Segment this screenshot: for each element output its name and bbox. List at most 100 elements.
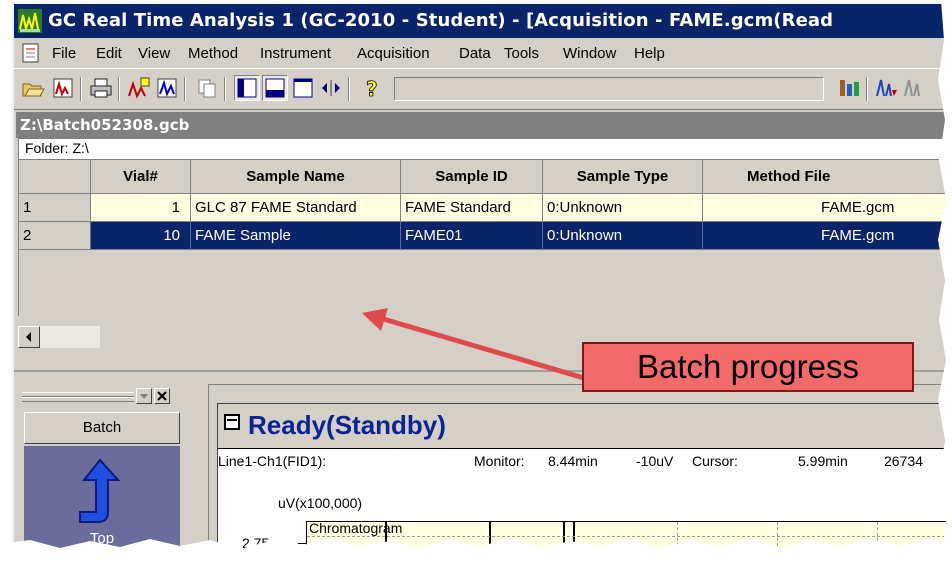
batch-window: Z:\Batch052308.gcb Folder: Z:\ Vial# Sam… bbox=[14, 110, 952, 366]
row-header-corner bbox=[19, 160, 91, 194]
open-button[interactable] bbox=[20, 75, 46, 101]
menu-instrument[interactable]: Instrument bbox=[260, 45, 331, 62]
column-header-method-file[interactable]: Method File bbox=[703, 160, 951, 194]
close-button[interactable] bbox=[154, 388, 170, 404]
menu-edit[interactable]: Edit bbox=[96, 45, 122, 62]
menu-window[interactable]: Window bbox=[563, 45, 616, 62]
cell-sample-type[interactable]: 0:Unknown bbox=[543, 194, 703, 222]
chart-open-button[interactable] bbox=[50, 75, 76, 101]
menu-bar: File Edit View Method Instrument Acquisi… bbox=[14, 38, 952, 68]
cell-method-file[interactable]: FAME.gcm bbox=[703, 222, 951, 250]
title-bar: GC Real Time Analysis 1 (GC-2010 - Stude… bbox=[14, 4, 952, 38]
peak-button[interactable] bbox=[874, 75, 900, 101]
dropdown-button[interactable] bbox=[136, 388, 152, 404]
menu-help[interactable]: Help bbox=[634, 45, 665, 62]
chevron-down-icon bbox=[140, 394, 148, 399]
arrow-swap-button[interactable] bbox=[318, 75, 344, 101]
cell-sample-type[interactable]: 0:Unknown bbox=[543, 222, 703, 250]
assistant-bar-header bbox=[22, 386, 188, 408]
batch-progress-callout: Batch progress bbox=[582, 342, 914, 392]
cell-vial[interactable]: 10 bbox=[91, 222, 191, 250]
peak-marker bbox=[385, 522, 387, 556]
assistant-bar: Batch Top bbox=[22, 386, 188, 556]
instrument-monitor-icon bbox=[840, 80, 859, 96]
chromatogram-plot[interactable]: Chromatogram bbox=[306, 520, 952, 556]
column-header-sample-type[interactable]: Sample Type bbox=[543, 160, 703, 194]
status-title: Ready(Standby) bbox=[248, 410, 446, 440]
folder-path: Folder: Z:\ bbox=[18, 138, 950, 160]
cell-sample-name[interactable]: FAME Sample bbox=[191, 222, 401, 250]
data-acquisition-2-icon bbox=[157, 78, 177, 98]
folder-label: Folder: Z:\ bbox=[25, 140, 89, 156]
arrow-up-icon[interactable] bbox=[70, 456, 130, 528]
data-acquisition-button[interactable] bbox=[126, 75, 152, 101]
column-header-sample-id[interactable]: Sample ID bbox=[401, 160, 543, 194]
data-acquisition-icon bbox=[128, 77, 150, 99]
help-button[interactable]: ? bbox=[358, 75, 384, 102]
menu-file[interactable]: File bbox=[52, 45, 76, 62]
peak-disabled-icon bbox=[904, 79, 920, 97]
grip-handle[interactable] bbox=[22, 397, 134, 402]
toolbar-separator bbox=[184, 77, 186, 101]
chart-open-icon bbox=[53, 78, 73, 98]
chromatogram-area[interactable]: Line1-Ch1(FID1): Monitor: 8.44min -10uV … bbox=[218, 448, 952, 556]
scroll-track[interactable] bbox=[40, 326, 100, 348]
cell-sample-id[interactable]: FAME01 bbox=[401, 222, 543, 250]
cell-vial[interactable]: 1 bbox=[91, 194, 191, 222]
layout-left-icon bbox=[237, 78, 257, 98]
batch-file-title: Z:\Batch052308.gcb bbox=[20, 116, 190, 134]
y-tick-mark bbox=[298, 543, 306, 544]
layout-window-icon bbox=[293, 78, 313, 98]
layout-bottom-icon bbox=[265, 78, 285, 98]
monitor-label: Monitor: bbox=[474, 453, 525, 469]
print-button[interactable] bbox=[88, 75, 114, 101]
cell-method-file[interactable]: FAME.gcm bbox=[703, 194, 951, 222]
menu-acquisition[interactable]: Acquisition bbox=[357, 45, 430, 62]
cursor-label: Cursor: bbox=[692, 453, 738, 469]
toolbar-separator bbox=[118, 77, 120, 101]
peak-marker bbox=[489, 522, 491, 556]
help-icon: ? bbox=[366, 77, 378, 102]
grid-line bbox=[677, 522, 678, 556]
top-label[interactable]: Top bbox=[24, 530, 180, 547]
peak-marker bbox=[563, 522, 565, 556]
lower-pane: Batch Top Ready(Standby) Line1-Ch1(FID1)… bbox=[14, 370, 952, 556]
channel-label: Line1-Ch1(FID1): bbox=[218, 453, 327, 469]
toolbar-separator bbox=[348, 77, 350, 101]
y-axis-unit: uV(x100,000) bbox=[278, 495, 363, 511]
scroll-left-button[interactable] bbox=[18, 326, 40, 348]
document-icon[interactable] bbox=[20, 42, 42, 64]
menu-tools[interactable]: Tools bbox=[504, 45, 539, 62]
toolbar-separator bbox=[866, 77, 868, 101]
cell-sample-id[interactable]: FAME Standard bbox=[401, 194, 543, 222]
row-number[interactable]: 2 bbox=[19, 222, 91, 250]
menu-view[interactable]: View bbox=[138, 45, 170, 62]
chromatogram-window: Ready(Standby) Line1-Ch1(FID1): Monitor:… bbox=[208, 384, 952, 556]
layout-bottom-button[interactable] bbox=[262, 75, 288, 101]
copy-button[interactable] bbox=[194, 75, 220, 101]
menu-data[interactable]: Data bbox=[459, 45, 491, 62]
instrument-monitor-button[interactable] bbox=[836, 75, 862, 101]
arrow-left-icon bbox=[26, 332, 31, 342]
column-header-vial[interactable]: Vial# bbox=[91, 160, 191, 194]
chromatogram-panel: Ready(Standby) Line1-Ch1(FID1): Monitor:… bbox=[217, 403, 952, 556]
grid-line bbox=[307, 536, 952, 537]
application-window: GC Real Time Analysis 1 (GC-2010 - Stude… bbox=[14, 4, 952, 556]
menu-method[interactable]: Method bbox=[188, 45, 238, 62]
row-number[interactable]: 1 bbox=[19, 194, 91, 222]
cell-sample-name[interactable]: GLC 87 FAME Standard bbox=[191, 194, 401, 222]
batch-button[interactable]: Batch bbox=[24, 412, 180, 444]
layout-left-button[interactable] bbox=[234, 75, 260, 101]
peak-disabled-button[interactable] bbox=[902, 75, 928, 101]
column-header-sample-name[interactable]: Sample Name bbox=[191, 160, 401, 194]
peak-marker bbox=[573, 522, 575, 556]
layout-window-button[interactable] bbox=[290, 75, 316, 101]
toolbar-separator bbox=[80, 77, 82, 101]
cursor-value: 26734 bbox=[884, 453, 923, 469]
horizontal-scrollbar[interactable] bbox=[18, 326, 100, 350]
window-menu-icon[interactable] bbox=[224, 414, 240, 430]
plot-label: Chromatogram bbox=[309, 520, 403, 536]
peak-icon bbox=[876, 79, 897, 97]
gc-app-icon bbox=[18, 9, 42, 33]
data-acquisition-2-button[interactable] bbox=[154, 75, 180, 101]
